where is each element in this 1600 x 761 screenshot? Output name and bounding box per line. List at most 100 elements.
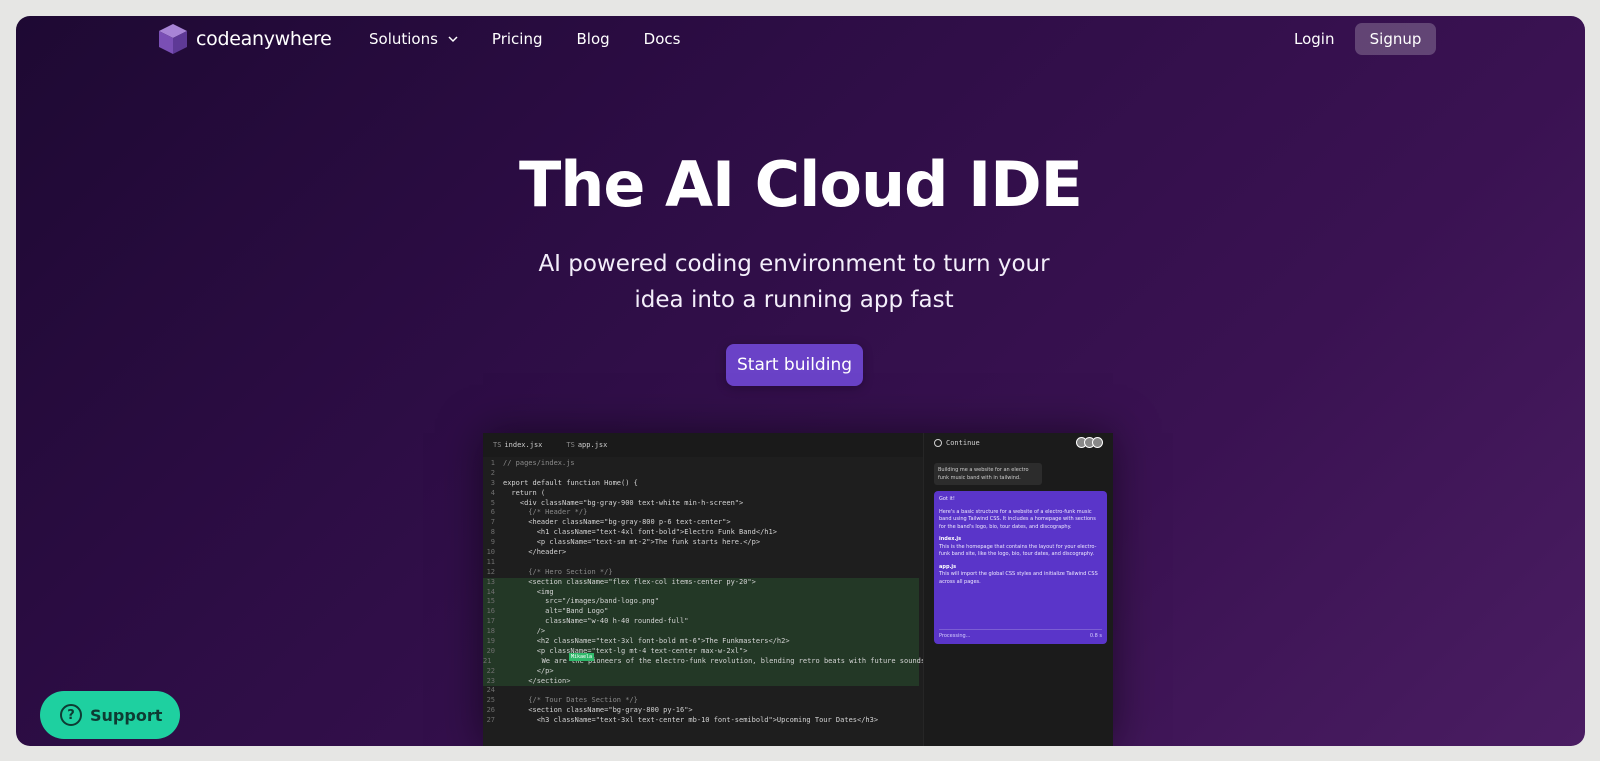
code-line: 25 {/* Tour Dates Section */} <box>483 696 919 706</box>
chat-header: Continue <box>934 439 980 447</box>
line-number: 11 <box>486 557 495 566</box>
code-line: 9 <p className="text-sm mt-2">The funk s… <box>483 538 919 548</box>
code-text: <h3 className="text-3xl text-center mb-1… <box>503 716 879 725</box>
nav-docs[interactable]: Docs <box>644 30 681 48</box>
line-number: 18 <box>486 627 495 636</box>
avatar <box>1092 437 1103 448</box>
code-text: <p className="text-lg mt-4 text-center m… <box>503 646 748 655</box>
line-number: 23 <box>486 676 495 685</box>
code-line: 23 </section> <box>483 676 919 687</box>
tab-app-jsx[interactable]: TS app.jsx <box>566 441 607 449</box>
ai-chat-panel: Continue Building me a website for an el… <box>923 433 1113 746</box>
line-number: 9 <box>490 538 495 547</box>
code-text: <section className="flex flex-col items-… <box>503 577 756 586</box>
ai-file2-desc: This will import the global CSS styles a… <box>939 571 1098 585</box>
code-line: 11 <box>483 558 919 568</box>
line-number: 25 <box>486 696 495 705</box>
hero-subtitle: AI powered coding environment to turn yo… <box>494 246 1094 318</box>
ai-file2-name: app.js <box>939 563 957 570</box>
code-text: export default function Home() { <box>503 478 638 487</box>
collaborator-badge: Mikaela <box>569 653 595 661</box>
code-text: src="/images/band-logo.png" <box>503 597 659 606</box>
code-text: <img <box>503 587 554 596</box>
tab-index-jsx[interactable]: TS index.jsx <box>493 441 542 449</box>
code-area[interactable]: 1 // pages/index.js 2 3 export default funct… <box>483 459 929 726</box>
ai-intro: Got it! <box>939 496 955 502</box>
line-number: 16 <box>486 607 495 616</box>
ai-status-time: 0.8 s <box>1089 632 1102 639</box>
code-text: {/* Tour Dates Section */} <box>503 696 638 705</box>
start-building-button[interactable]: Start building <box>726 344 863 386</box>
code-text: return ( <box>503 488 546 497</box>
line-number: 27 <box>486 716 495 725</box>
line-number: 7 <box>490 518 495 527</box>
code-line: 16 alt="Band Logo" <box>483 607 919 618</box>
nav-links: Solutions Pricing Blog Docs <box>369 16 714 62</box>
support-button[interactable]: ? Support <box>40 691 180 739</box>
code-line: 12 {/* Hero Section */} <box>483 568 919 578</box>
code-line: 18 /> <box>483 627 919 638</box>
code-line: 4 return ( <box>483 489 919 499</box>
code-line: 21 We are the pioneers of the electro-fu… <box>483 656 929 667</box>
code-text: alt="Band Logo" <box>503 607 609 616</box>
line-number: 1 <box>490 459 495 467</box>
code-line: 5 <div className="bg-gray-900 text-white… <box>483 499 919 509</box>
code-text: <h2 className="text-3xl font-bold mt-6">… <box>503 637 790 646</box>
line-number: 15 <box>486 597 495 606</box>
nav-solutions[interactable]: Solutions <box>369 30 458 48</box>
code-line: 24 <box>483 686 919 696</box>
code-line: 27 <h3 className="text-3xl text-center m… <box>483 716 919 726</box>
hero-subtitle-line-1: AI powered coding environment to turn yo… <box>538 251 1050 277</box>
code-line: 7 <header className="bg-gray-800 p-6 tex… <box>483 518 919 528</box>
code-text: {/* Hero Section */} <box>503 567 613 576</box>
code-line: 13 <section className="flex flex-col ite… <box>483 577 919 588</box>
line-number: 5 <box>490 498 495 507</box>
nav-solutions-label: Solutions <box>369 30 438 48</box>
top-nav: codeanywhere Solutions Pricing Blog Docs… <box>16 16 1585 76</box>
support-label: Support <box>90 705 163 725</box>
line-number: 8 <box>490 528 495 537</box>
ai-message: Got it! Here's a basic structure for a w… <box>934 491 1107 644</box>
cube-logo-icon <box>159 24 187 54</box>
login-link[interactable]: Login <box>1294 30 1334 48</box>
code-text: /> <box>503 627 546 636</box>
line-number: 10 <box>486 548 495 557</box>
code-line: 8 <h1 className="text-4xl font-bold">Ele… <box>483 528 919 538</box>
code-text: <section className="bg-gray-800 py-16"> <box>503 706 693 715</box>
code-line: 3 export default function Home() { <box>483 479 919 489</box>
code-line: 10 </header> <box>483 548 919 558</box>
code-text: className="w-40 h-40 rounded-full" <box>503 617 689 626</box>
hero-subtitle-line-2: idea into a running app fast <box>634 287 954 313</box>
code-line: 15 src="/images/band-logo.png" <box>483 597 919 608</box>
chat-title: Continue <box>946 439 980 447</box>
hero-title: The AI Cloud IDE <box>518 148 1083 221</box>
continue-icon <box>934 439 942 447</box>
ai-file1-desc: This is the homepage that contains the l… <box>939 543 1097 558</box>
code-line: 22 </p> <box>483 666 919 677</box>
line-number: 24 <box>486 686 495 695</box>
ide-preview: TS index.jsx TS app.jsx 1 // pages/index.js… <box>483 433 1113 746</box>
line-number: 26 <box>486 706 495 715</box>
code-line: 26 <section className="bg-gray-800 py-16… <box>483 706 919 716</box>
line-number: 21 <box>483 656 492 665</box>
signup-button[interactable]: Signup <box>1355 23 1436 55</box>
code-line: 19 <h2 className="text-3xl font-bold mt-… <box>483 637 919 647</box>
code-line: 14 <img <box>483 587 919 598</box>
chevron-down-icon <box>448 36 458 43</box>
line-number: 12 <box>486 567 495 576</box>
ai-body: Here's a basic structure for a website o… <box>939 508 1096 530</box>
code-text: </p> <box>503 666 554 675</box>
line-number: 3 <box>490 478 495 487</box>
nav-pricing[interactable]: Pricing <box>492 30 543 48</box>
brand-logo[interactable]: codeanywhere <box>156 22 332 56</box>
code-line: 17 className="w-40 h-40 rounded-full" <box>483 617 919 628</box>
line-number: 20 <box>486 646 495 655</box>
code-text: <h1 className="text-4xl font-bold">Elect… <box>503 528 777 537</box>
code-text: // pages/index.js <box>503 459 575 467</box>
line-number: 22 <box>486 666 495 675</box>
line-number: 19 <box>486 637 495 646</box>
nav-blog[interactable]: Blog <box>576 30 609 48</box>
code-line: 20 <p className="text-lg mt-4 text-cente… <box>483 646 919 657</box>
ai-status-bar: Processing... 0.8 s <box>939 628 1102 641</box>
code-text: {/* Header */} <box>503 508 588 517</box>
